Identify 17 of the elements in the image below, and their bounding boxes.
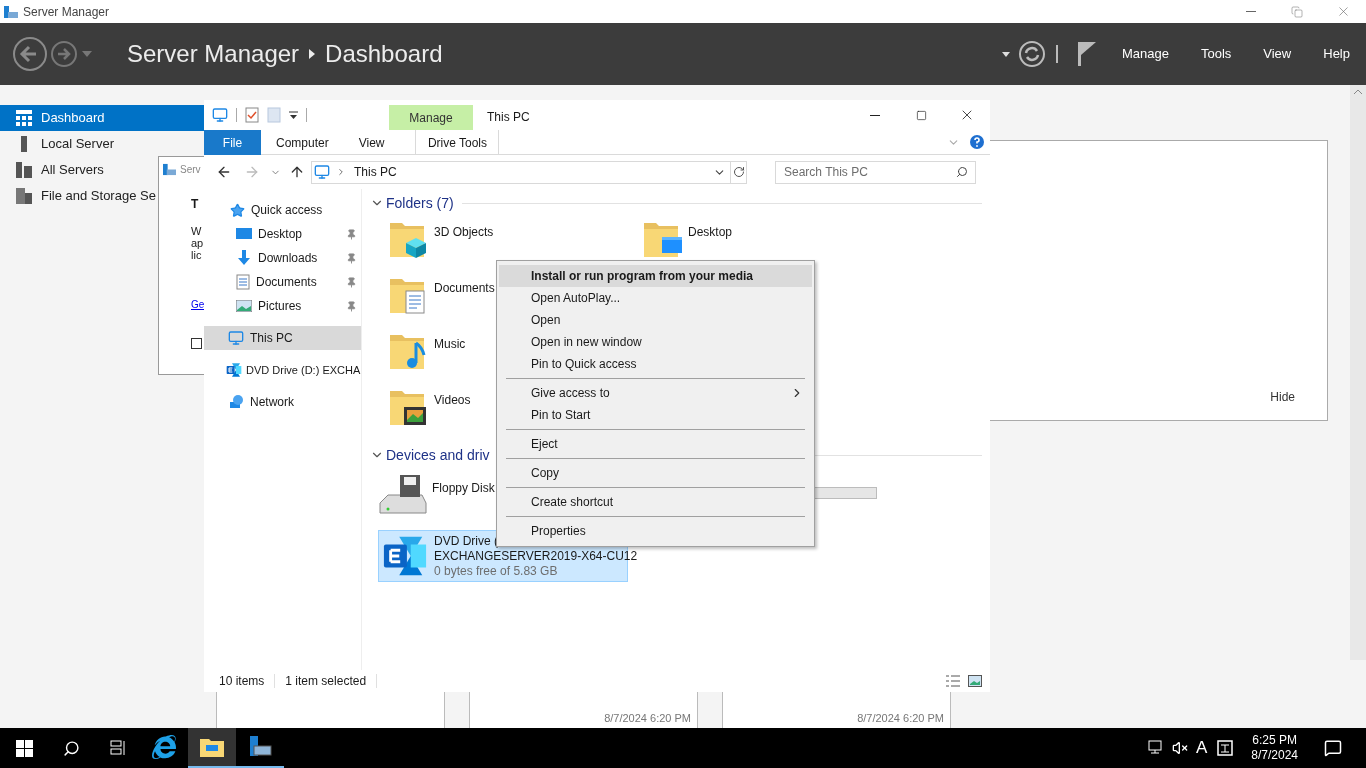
context-tab-label: Manage xyxy=(409,109,453,127)
window-title: Server Manager xyxy=(23,3,110,21)
status-text: 1 item selected xyxy=(285,673,367,690)
address-path: This PC xyxy=(354,164,397,181)
tile-timestamp: 8/7/2024 6:20 PM xyxy=(604,710,691,726)
dialog-text: W xyxy=(191,225,202,237)
dialog-text: ap xyxy=(191,237,204,249)
dialog-text: lic xyxy=(191,249,202,261)
drive-text: 0 bytes free of 5.83 GB xyxy=(434,563,558,579)
drive-text: EXCHANGESERVER2019-X64-CU12 xyxy=(434,548,638,564)
breadcrumb-item: Server Manager xyxy=(127,39,300,69)
dialog-title: Serv xyxy=(180,162,201,177)
breadcrumb-item: Dashboard xyxy=(325,39,443,69)
explorer-title: This PC xyxy=(487,109,530,126)
status-text: 10 items xyxy=(219,673,265,690)
tile-timestamp: 8/7/2024 6:20 PM xyxy=(857,710,944,726)
dialog-heading: T xyxy=(191,196,199,213)
